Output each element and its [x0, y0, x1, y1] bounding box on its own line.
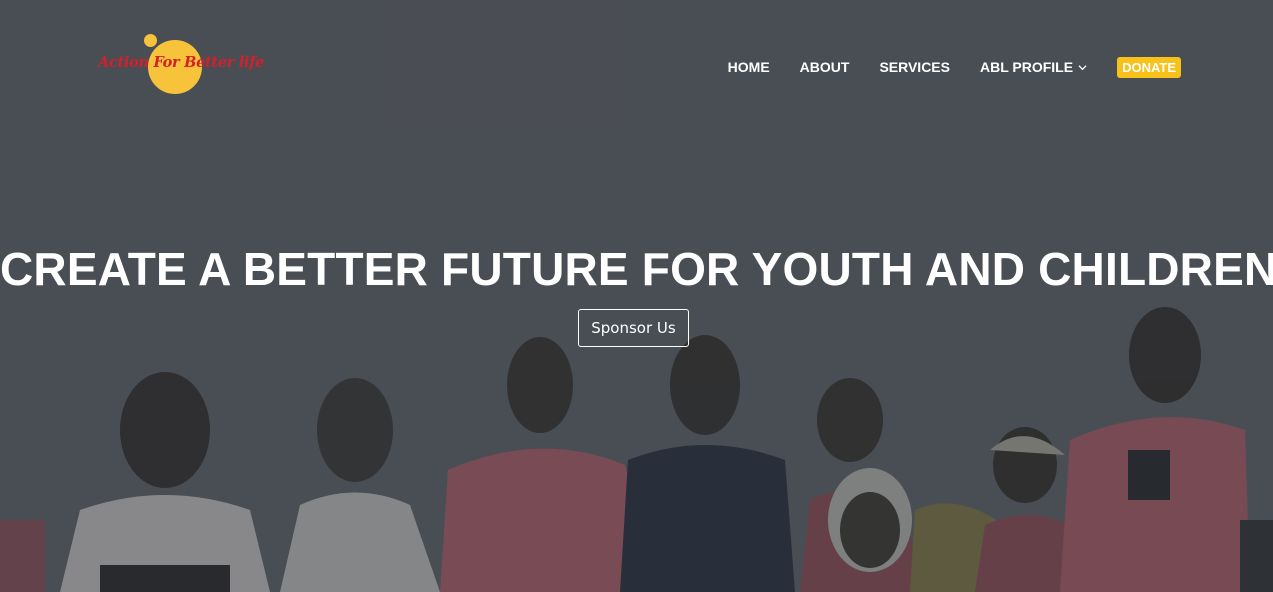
chevron-down-icon [1078, 64, 1087, 70]
nav-item-services[interactable]: SERVICES [879, 59, 950, 75]
nav-item-about[interactable]: ABOUT [800, 59, 850, 75]
page: Action For Better life HOME ABOUT SERVIC… [0, 0, 1273, 592]
logo-dot-icon [144, 34, 157, 47]
brand-logo[interactable]: Action For Better life [96, 32, 266, 98]
nav-item-label: ABL PROFILE [979, 59, 1074, 75]
donate-button[interactable]: DONATE [1117, 56, 1181, 78]
nav-item-home[interactable]: HOME [728, 59, 770, 75]
logo-text: Action For Better life [98, 54, 265, 71]
nav-item-label: ABOUT [799, 59, 850, 75]
sponsor-us-button[interactable]: Sponsor Us [578, 309, 689, 347]
site-header: Action For Better life HOME ABOUT SERVIC… [0, 0, 1273, 130]
nav-item-abl-profile[interactable]: ABL PROFILE [980, 59, 1087, 75]
nav-item-label: SERVICES [879, 59, 950, 75]
nav-item-label: HOME [727, 59, 770, 75]
main-nav: HOME ABOUT SERVICES ABL PROFILE DONATE [728, 56, 1181, 78]
hero-title: CREATE A BETTER FUTURE FOR YOUTH AND CHI… [0, 243, 1273, 295]
